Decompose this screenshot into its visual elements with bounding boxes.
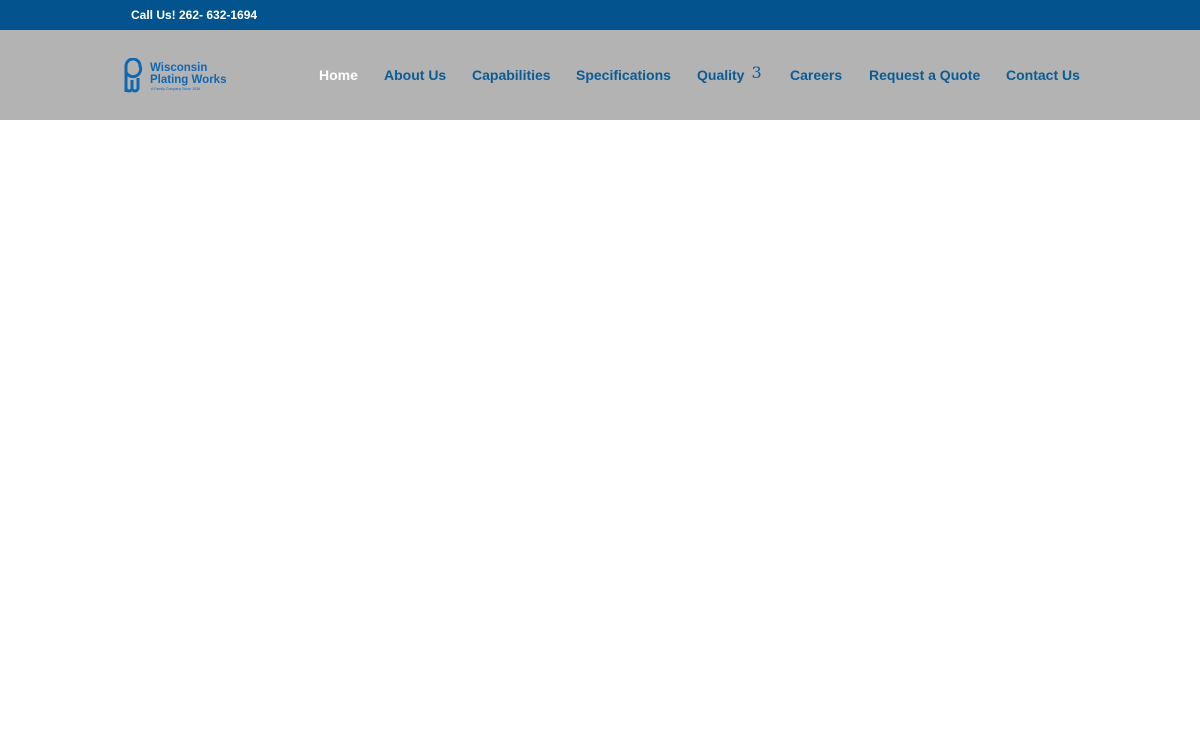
- nav-item-label: Capabilities: [472, 67, 551, 83]
- nav-item-contact-us[interactable]: Contact Us: [1006, 67, 1080, 83]
- nav-item-capabilities[interactable]: Capabilities: [472, 67, 551, 83]
- nav-item-label: Contact Us: [1006, 67, 1080, 83]
- nav-item-careers[interactable]: Careers: [790, 67, 842, 83]
- nav-item-label: Quality: [697, 67, 745, 83]
- nav-item-label: Home: [319, 67, 358, 83]
- nav-item-label: About Us: [384, 67, 447, 83]
- chevron-down-icon[interactable]: 3: [751, 65, 761, 81]
- nav-item-specifications[interactable]: Specifications: [576, 67, 671, 83]
- top-bar: Call Us! 262- 632-1694: [0, 0, 1200, 30]
- site-header: Wisconsin Plating Works A Family Company…: [0, 30, 1200, 120]
- nav-item-label: Specifications: [576, 67, 671, 83]
- nav-item-label: Request a Quote: [869, 67, 981, 83]
- nav-item-about-us[interactable]: About Us: [384, 67, 446, 83]
- main-nav: Home About Us Capabilities Specification…: [0, 30, 1200, 120]
- nav-item-request-a-quote[interactable]: Request a Quote: [869, 67, 980, 83]
- nav-item-home[interactable]: Home: [319, 67, 358, 83]
- nav-item-quality[interactable]: Quality 3: [697, 65, 762, 84]
- nav-item-label: Careers: [790, 67, 843, 83]
- call-us-phone-link[interactable]: Call Us! 262- 632-1694: [131, 8, 257, 22]
- page-content-area: [0, 120, 1200, 750]
